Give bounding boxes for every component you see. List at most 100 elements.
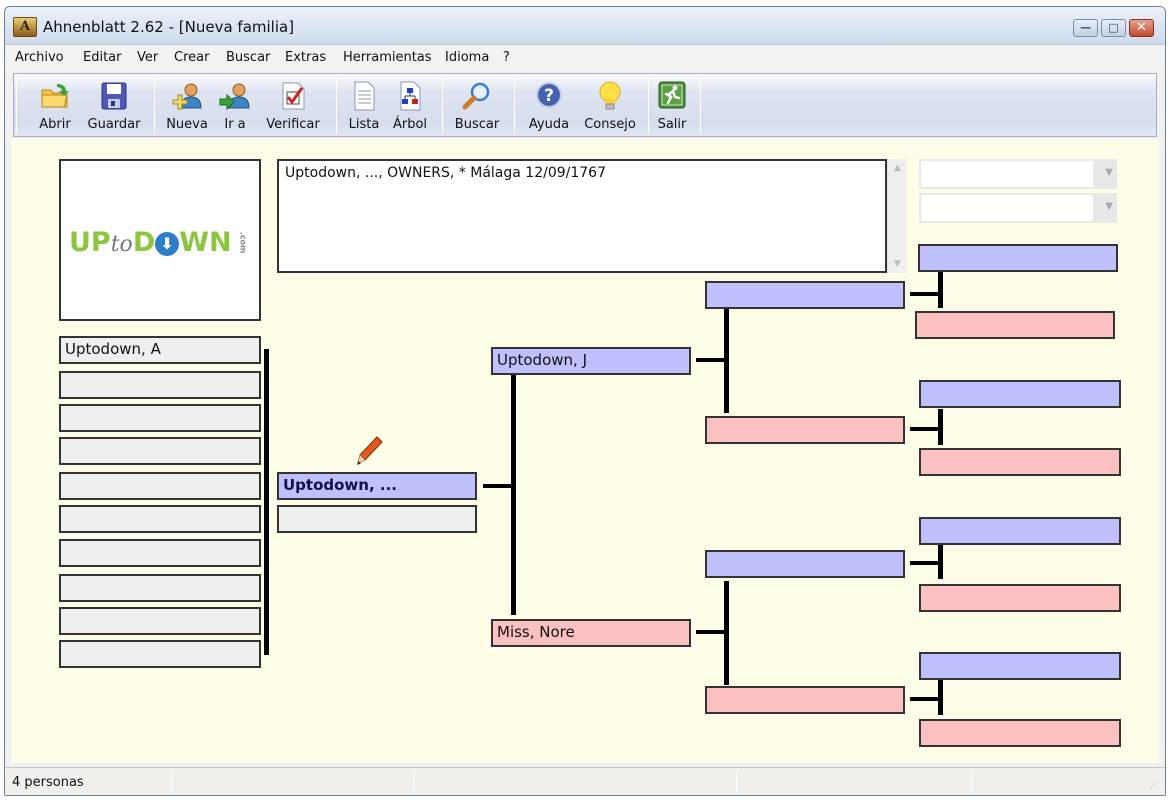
child-box[interactable]: Uptodown, A	[59, 336, 261, 364]
toolbar-separator	[700, 78, 701, 134]
tree-label: Árbol	[392, 117, 428, 132]
chevron-down-icon[interactable]: ▼	[1105, 167, 1113, 178]
status-divider	[413, 772, 414, 792]
focus-person-box[interactable]: Uptodown, ...	[277, 472, 477, 500]
grandparent-box[interactable]	[705, 416, 905, 444]
maximize-icon: □	[1108, 21, 1119, 34]
new-person-button[interactable]: Nueva	[162, 78, 212, 134]
menu-extras[interactable]: Extras	[285, 50, 326, 65]
person-count-status: 4 personas	[12, 775, 84, 790]
toolbar-separator	[154, 78, 155, 134]
great-grandparent-box[interactable]	[919, 652, 1121, 680]
help-button[interactable]: ? Ayuda	[524, 78, 574, 134]
connector-line	[511, 375, 516, 615]
toolbar: Abrir Guardar Nueva Ir a Verificar Lista…	[13, 73, 1157, 137]
menu-ver[interactable]: Ver	[137, 50, 158, 65]
scroll-up-icon[interactable]: ▲	[888, 159, 907, 177]
toolbar-separator	[648, 78, 649, 134]
great-grandparent-box[interactable]	[919, 380, 1121, 408]
tip-label: Consejo	[584, 117, 636, 132]
menu-crear[interactable]: Crear	[174, 50, 209, 65]
scroll-down-icon[interactable]: ▼	[888, 255, 907, 273]
child-box[interactable]	[59, 574, 261, 602]
list-label: Lista	[348, 117, 380, 132]
tip-button[interactable]: Consejo	[580, 78, 640, 134]
grandparent-box[interactable]	[705, 550, 905, 578]
person-photo[interactable]: UPtoD ⬇ WN .com	[59, 159, 261, 321]
father-box[interactable]: Uptodown, J	[491, 347, 691, 375]
verify-button[interactable]: Verificar	[260, 78, 326, 134]
connector-line	[910, 697, 940, 701]
exit-button[interactable]: Salir	[654, 78, 690, 134]
connector-line	[910, 427, 940, 431]
verify-label: Verificar	[266, 117, 320, 132]
child-box[interactable]	[59, 539, 261, 567]
list-button[interactable]: Lista	[344, 78, 384, 134]
help-label: Ayuda	[528, 117, 570, 132]
toolbar-separator	[442, 78, 443, 134]
combo-select-1[interactable]: ▼	[919, 159, 1117, 189]
spouse-box[interactable]	[277, 505, 477, 533]
toolbar-separator	[16, 78, 17, 134]
title-bar: A Ahnenblatt 2.62 - [Nueva familia] — □ …	[5, 7, 1165, 45]
connector-line	[696, 358, 726, 362]
great-grandparent-box[interactable]	[918, 244, 1118, 272]
status-divider	[971, 772, 972, 792]
search-label: Buscar	[454, 117, 500, 132]
menu-help[interactable]: ?	[503, 50, 510, 65]
status-cell	[740, 771, 746, 793]
goto-person-label: Ir a	[224, 117, 246, 132]
mother-box[interactable]: Miss, Nore	[491, 619, 691, 647]
pencil-edit-icon[interactable]	[353, 435, 383, 469]
tree-chart-icon	[400, 81, 421, 111]
menu-herramientas[interactable]: Herramientas	[343, 50, 432, 65]
minimize-button[interactable]: —	[1073, 19, 1098, 37]
combo-field-1[interactable]	[921, 161, 1093, 187]
maximize-button[interactable]: □	[1101, 19, 1126, 37]
close-button[interactable]: ✕	[1129, 19, 1154, 37]
tree-button[interactable]: Árbol	[388, 78, 432, 134]
great-grandparent-box[interactable]	[915, 311, 1115, 339]
open-folder-icon	[41, 84, 69, 108]
status-cell	[175, 771, 181, 793]
child-box[interactable]	[59, 472, 261, 500]
connector-line	[938, 679, 943, 715]
toolbar-separator	[336, 78, 337, 134]
ahnenblatt-app-icon[interactable]: A	[13, 17, 37, 37]
child-box[interactable]	[59, 505, 261, 533]
exit-icon	[658, 81, 686, 109]
combo-select-2[interactable]: ▼	[919, 193, 1117, 223]
person-summary-text[interactable]: Uptodown, ..., OWNERS, * Málaga 12/09/17…	[277, 159, 887, 273]
menu-idioma[interactable]: Idioma	[445, 50, 489, 65]
help-icon: ?	[536, 82, 562, 108]
app-window: A Ahnenblatt 2.62 - [Nueva familia] — □ …	[4, 6, 1166, 796]
list-document-icon	[354, 81, 375, 111]
great-grandparent-box[interactable]	[919, 719, 1121, 747]
grandparent-box[interactable]	[705, 686, 905, 714]
menu-buscar[interactable]: Buscar	[226, 50, 270, 65]
search-button[interactable]: Buscar	[450, 78, 504, 134]
summary-scrollbar[interactable]: ▲ ▼	[887, 159, 907, 273]
grandparent-box[interactable]	[705, 281, 905, 309]
child-box[interactable]	[59, 607, 261, 635]
child-box[interactable]	[59, 437, 261, 465]
resize-grip-icon[interactable]: ⋰	[1150, 781, 1159, 791]
status-cell	[417, 771, 423, 793]
chevron-down-icon[interactable]: ▼	[1105, 201, 1113, 212]
great-grandparent-box[interactable]	[919, 448, 1121, 476]
great-grandparent-box[interactable]	[919, 584, 1121, 612]
menu-editar[interactable]: Editar	[83, 50, 122, 65]
menu-archivo[interactable]: Archivo	[15, 50, 64, 65]
status-cell	[975, 771, 981, 793]
child-box[interactable]	[59, 371, 261, 399]
child-box[interactable]	[59, 404, 261, 432]
goto-person-icon	[219, 83, 250, 111]
save-label: Guardar	[87, 117, 141, 132]
open-button[interactable]: Abrir	[32, 78, 78, 134]
combo-field-2[interactable]	[921, 195, 1093, 221]
great-grandparent-box[interactable]	[919, 517, 1121, 545]
connector-line	[938, 543, 943, 579]
save-button[interactable]: Guardar	[84, 78, 144, 134]
goto-person-button[interactable]: Ir a	[218, 78, 252, 134]
child-box[interactable]	[59, 640, 261, 668]
